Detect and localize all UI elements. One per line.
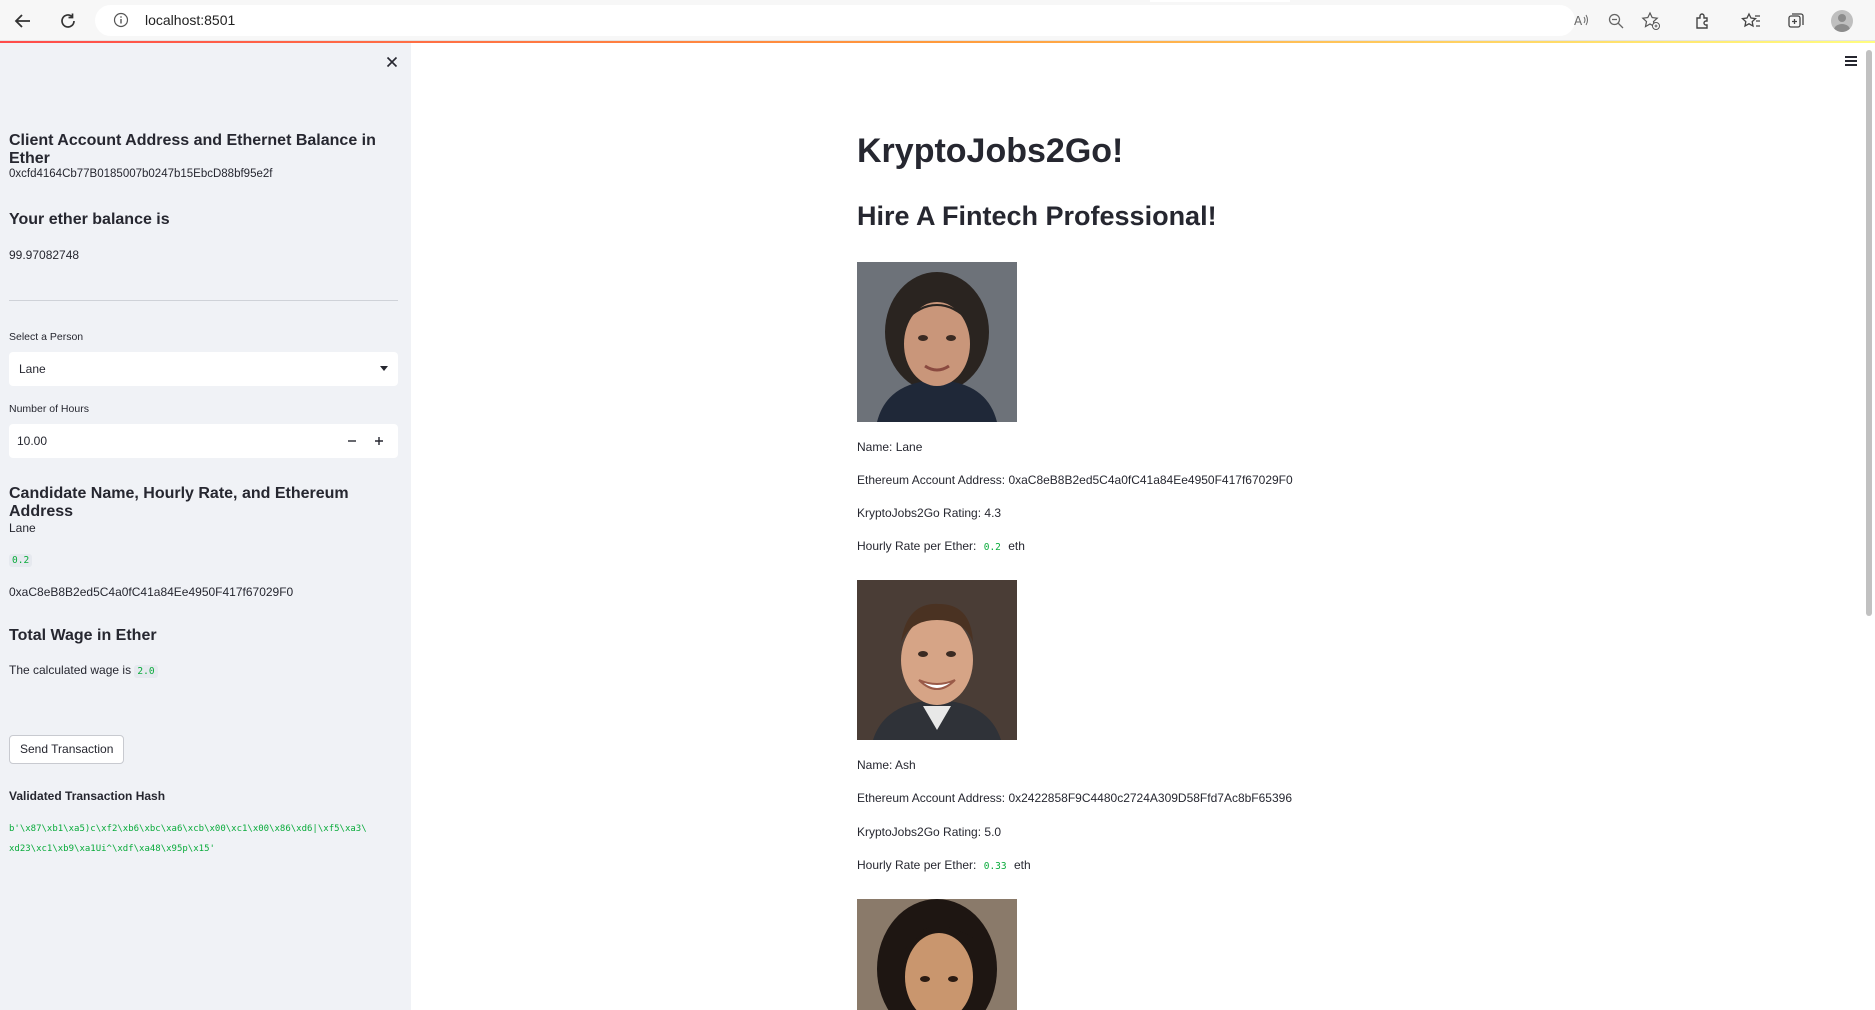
hash-heading: Validated Transaction Hash xyxy=(9,789,166,803)
transaction-hash-line-2: xd23\xc1\xb9\xa1Ui^\xdf\xa48\x95p\x15' xyxy=(9,844,215,854)
info-icon[interactable] xyxy=(113,12,129,33)
select-person-label: Select a Person xyxy=(9,331,84,343)
candidate-address: 0xaC8eB8B2ed5C4a0fC41a84Ee4950F417f67029… xyxy=(9,585,294,599)
tab-indicator xyxy=(1150,0,1290,2)
address-value: 0xaC8eB8B2ed5C4a0fC41a84Ee4950F417f67029… xyxy=(1008,473,1293,487)
candidate-2-name: Name: Ash xyxy=(857,758,916,772)
candidate-2-rating: KryptoJobs2Go Rating: 5.0 xyxy=(857,825,1001,839)
svg-text:A: A xyxy=(1574,14,1583,28)
candidate-1-rating: KryptoJobs2Go Rating: 4.3 xyxy=(857,506,1001,520)
transaction-hash-line-1: b'\x87\xb1\xa5)c\xf2\xb6\xbc\xa6\xcb\x00… xyxy=(9,824,367,834)
sidebar-divider xyxy=(9,300,398,301)
address-label: Ethereum Account Address: xyxy=(857,791,1006,805)
candidate-photo-1 xyxy=(857,262,1017,422)
candidate-2-address: Ethereum Account Address: 0x2422858F9C44… xyxy=(857,791,1292,805)
main-menu-button[interactable] xyxy=(1842,54,1860,70)
close-sidebar-button[interactable] xyxy=(382,52,402,72)
rating-value: 5.0 xyxy=(984,825,1002,839)
refresh-button[interactable] xyxy=(55,8,81,34)
candidate-1-rate: Hourly Rate per Ether: 0.2 eth xyxy=(857,539,1025,553)
rate-unit: eth xyxy=(1008,539,1025,553)
wage-prefix: The calculated wage is xyxy=(9,663,132,677)
candidate-2-rate: Hourly Rate per Ether: 0.33 eth xyxy=(857,858,1031,872)
scrollbar[interactable] xyxy=(1866,50,1872,616)
url-text[interactable]: localhost:8501 xyxy=(145,12,235,28)
candidate-rate-code: 0.2 xyxy=(9,554,33,567)
rating-value: 4.3 xyxy=(984,506,1002,520)
name-label: Name: xyxy=(857,440,893,454)
rate-label: Hourly Rate per Ether: xyxy=(857,858,977,872)
rate-value: 0.33 xyxy=(983,861,1007,872)
chevron-down-icon xyxy=(380,366,388,371)
account-address: 0xcfd4164Cb77B0185007b0247b15EbcD88bf95e… xyxy=(9,168,273,180)
name-value: Ash xyxy=(895,758,916,772)
close-icon xyxy=(386,56,398,68)
rate-value: 0.2 xyxy=(983,542,1001,553)
candidate-photo-3 xyxy=(857,899,1017,1010)
hamburger-menu-icon xyxy=(1842,56,1860,66)
browser-toolbar: localhost:8501 A xyxy=(0,0,1875,41)
rate-label: Hourly Rate per Ether: xyxy=(857,539,977,553)
wage-heading: Total Wage in Ether xyxy=(9,627,157,644)
candidate-1-name: Name: Lane xyxy=(857,440,922,454)
page-title: KryptoJobs2Go! xyxy=(857,132,1124,170)
sidebar: Client Account Address and Ethernet Bala… xyxy=(0,43,411,1010)
extensions-icon[interactable] xyxy=(1691,9,1715,33)
refresh-icon xyxy=(61,13,75,28)
send-transaction-button[interactable]: Send Transaction xyxy=(9,735,125,764)
name-label: Name: xyxy=(857,758,893,772)
address-bar[interactable]: localhost:8501 xyxy=(95,5,1575,36)
plus-icon xyxy=(375,437,383,445)
candidate-1-address: Ethereum Account Address: 0xaC8eB8B2ed5C… xyxy=(857,473,1293,487)
balance-heading: Your ether balance is xyxy=(9,211,170,228)
minus-icon xyxy=(348,440,356,442)
candidate-name: Lane xyxy=(9,521,36,535)
decrement-button[interactable] xyxy=(340,429,364,453)
page-subtitle: Hire A Fintech Professional! xyxy=(857,201,1217,231)
profile-icon xyxy=(1831,10,1853,32)
hours-number-input[interactable]: 10.00 xyxy=(9,424,398,458)
address-value: 0x2422858F9C4480c2724A309D58Ffd7Ac8bF653… xyxy=(1008,791,1292,805)
back-button[interactable] xyxy=(10,8,36,34)
favorites-icon[interactable] xyxy=(1739,9,1763,33)
read-aloud-icon[interactable]: A xyxy=(1569,9,1593,33)
balance-value: 99.97082748 xyxy=(9,248,80,262)
candidate-photo-2 xyxy=(857,580,1017,740)
hours-label: Number of Hours xyxy=(9,403,89,415)
rate-unit: eth xyxy=(1013,858,1031,872)
address-label: Ethereum Account Address: xyxy=(857,473,1006,487)
wage-text: The calculated wage is 2.0 xyxy=(9,663,158,678)
candidate-rate: 0.2 xyxy=(9,552,33,567)
arrow-left-icon xyxy=(14,14,30,28)
increment-button[interactable] xyxy=(367,429,391,453)
collections-icon[interactable] xyxy=(1784,9,1808,33)
name-value: Lane xyxy=(895,440,923,454)
transaction-hash: b'\x87\xb1\xa5)c\xf2\xb6\xbc\xa6\xcb\x00… xyxy=(9,819,399,859)
hours-value[interactable]: 10.00 xyxy=(17,434,47,448)
select-person-dropdown[interactable]: Lane xyxy=(9,352,398,386)
rating-label: KryptoJobs2Go Rating: xyxy=(857,825,982,839)
candidate-heading: Candidate Name, Hourly Rate, and Ethereu… xyxy=(9,485,349,520)
wage-value: 2.0 xyxy=(134,665,158,678)
rating-label: KryptoJobs2Go Rating: xyxy=(857,506,982,520)
add-favorite-icon[interactable] xyxy=(1639,9,1663,33)
profile-avatar[interactable] xyxy=(1830,9,1854,33)
zoom-out-icon[interactable] xyxy=(1604,9,1628,33)
select-person-value: Lane xyxy=(19,362,46,376)
account-heading: Client Account Address and Ethernet Bala… xyxy=(9,132,376,167)
